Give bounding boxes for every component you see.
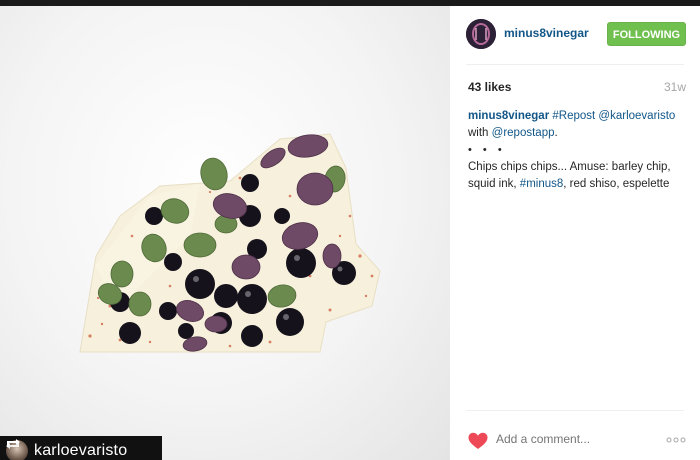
- caption-username[interactable]: minus8vinegar: [468, 110, 549, 122]
- heart-icon[interactable]: [468, 432, 488, 450]
- post-sidebar: minus8vinegar FOLLOWING 43 likes 31w min…: [450, 6, 700, 460]
- post-header: minus8vinegar FOLLOWING: [450, 6, 700, 64]
- caption-dots: • • •: [468, 144, 506, 156]
- post-age: 31w: [663, 80, 686, 94]
- following-button[interactable]: FOLLOWING: [607, 22, 686, 46]
- mention-repostapp[interactable]: @repostapp: [492, 127, 555, 139]
- comment-row: [450, 420, 700, 460]
- post-caption: minus8vinegar #Repost @karloevaristo wit…: [468, 108, 688, 193]
- caption-with-text: with: [468, 127, 489, 139]
- food-image: [79, 133, 381, 353]
- repost-icon: [6, 439, 20, 449]
- repost-author-name: karloevaristo: [34, 442, 128, 459]
- comment-input[interactable]: [496, 432, 646, 446]
- divider: [466, 410, 684, 411]
- more-options-icon[interactable]: [666, 436, 686, 444]
- mention-karloevaristo[interactable]: @karloevaristo: [598, 110, 675, 122]
- author-avatar[interactable]: [466, 19, 496, 49]
- caption-body-2: , red shiso, espelette: [563, 178, 670, 190]
- repost-badge[interactable]: karloevaristo: [0, 436, 162, 460]
- author-username[interactable]: minus8vinegar: [504, 26, 589, 40]
- caption-trail: .: [554, 127, 558, 139]
- avatar-logo: [466, 19, 496, 49]
- hashtag-minus8[interactable]: #minus8: [520, 178, 563, 190]
- hashtag-repost[interactable]: #Repost: [552, 110, 595, 122]
- divider: [466, 64, 684, 65]
- like-count[interactable]: 43 likes: [468, 80, 511, 94]
- post-photo[interactable]: karloevaristo: [0, 6, 450, 460]
